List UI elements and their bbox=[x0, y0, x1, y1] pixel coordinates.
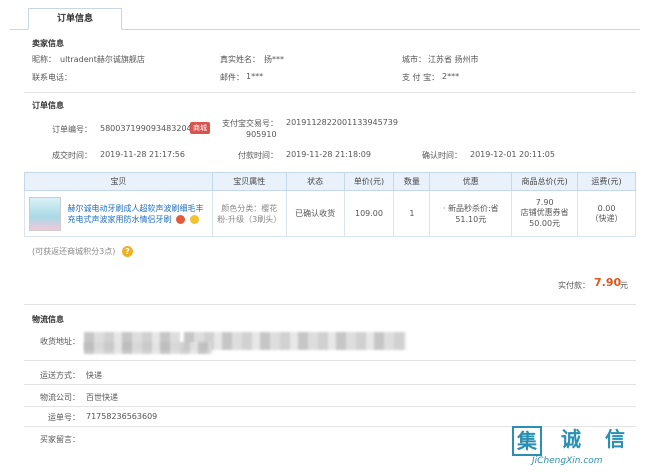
address-label: 收货地址： bbox=[40, 337, 80, 346]
item-status: 已确认收货 bbox=[285, 190, 345, 237]
mall-badge: 商城 bbox=[190, 122, 210, 134]
item-total-cell: 7.90 店铺优惠券省50.00元 bbox=[511, 190, 579, 237]
paid-unit: 元 bbox=[620, 281, 628, 290]
watermark-char: 诚 bbox=[561, 427, 581, 451]
item-attr: 颜色分类：樱花粉-升级（3刷头） bbox=[211, 190, 287, 237]
col-price: 单价(元) bbox=[343, 172, 395, 191]
paid-amount: 7.90 bbox=[594, 276, 622, 289]
divider bbox=[24, 304, 636, 305]
order-section-title: 订单信息 bbox=[32, 101, 64, 110]
col-status: 状态 bbox=[285, 172, 345, 191]
col-qty: 数量 bbox=[393, 172, 431, 191]
seller-nickname: ultradent赫尔诚旗舰店 bbox=[60, 55, 145, 64]
confirm-time: 2019-12-01 20:11:05 bbox=[470, 150, 555, 159]
paid-label: 实付款： bbox=[558, 281, 590, 290]
col-total: 商品总价(元) bbox=[511, 172, 579, 191]
pay-time: 2019-11-28 21:18:09 bbox=[286, 150, 371, 159]
confirm-time-label: 确认时间： bbox=[422, 151, 462, 160]
divider bbox=[24, 360, 636, 361]
goods-table: 宝贝 宝贝属性 状态 单价(元) 数量 优惠 商品总价(元) 运费(元) 赫尔诚… bbox=[24, 172, 636, 237]
address-redacted bbox=[84, 342, 212, 354]
seller-city-label: 城市： bbox=[402, 55, 426, 64]
help-icon[interactable]: ? bbox=[121, 246, 133, 257]
table-header-row: 宝贝 宝贝属性 状态 单价(元) 数量 优惠 商品总价(元) 运费(元) bbox=[24, 172, 636, 191]
tab-bar: 订单信息 bbox=[10, 8, 640, 30]
order-no[interactable]: 580037199093483204 bbox=[100, 124, 192, 133]
seller-realname: 扬*** bbox=[264, 55, 284, 64]
company-label: 物流公司： bbox=[40, 393, 80, 402]
item-cell: 赫尔诚电动牙刷成人超软声波刷细毛丰充电式声波家用防水情侣牙刷 bbox=[24, 190, 213, 237]
points-note-text: (可获返还商城积分3点) bbox=[32, 247, 116, 256]
seller-alipay-label: 支 付 宝： bbox=[402, 73, 440, 82]
watermark-char: 信 bbox=[605, 427, 625, 451]
guarantee-icon bbox=[176, 214, 186, 224]
alipay-no-cont: 905910 bbox=[246, 130, 277, 139]
seller-realname-label: 真实姓名： bbox=[220, 55, 260, 64]
watermark-logo: 集 诚 信 JiChengXin.com bbox=[510, 426, 642, 466]
deal-time-label: 成交时间： bbox=[52, 151, 92, 160]
order-detail-panel: 卖家信息 昵称： ultradent赫尔诚旗舰店 真实姓名： 扬*** 城市： … bbox=[24, 30, 640, 470]
watermark-char: 集 bbox=[512, 426, 542, 456]
seller-section-title: 卖家信息 bbox=[32, 39, 64, 48]
deal-time: 2019-11-28 21:17:56 bbox=[100, 150, 185, 159]
col-item: 宝贝 bbox=[24, 172, 213, 191]
address-redacted bbox=[184, 332, 406, 350]
seller-phone-label: 联系电话： bbox=[32, 73, 72, 82]
item-coupon: 店铺优惠券省50.00元 bbox=[520, 208, 569, 228]
tracking-label: 运单号： bbox=[48, 413, 80, 422]
order-no-label: 订单编号： bbox=[52, 125, 92, 134]
divider bbox=[24, 384, 636, 385]
item-freight-cell: 0.00 （快递） bbox=[577, 190, 636, 237]
pay-time-label: 付款时间： bbox=[238, 151, 278, 160]
alipay-no: 2019112822001133945739 bbox=[286, 118, 398, 127]
product-thumbnail[interactable] bbox=[29, 196, 61, 231]
col-attr: 宝贝属性 bbox=[211, 172, 287, 191]
company-value: 百世快递 bbox=[86, 393, 118, 402]
seller-email-label: 邮件： bbox=[220, 73, 244, 82]
seller-city: 江苏省 扬州市 bbox=[428, 55, 479, 64]
table-row: 赫尔诚电动牙刷成人超软声波刷细毛丰充电式声波家用防水情侣牙刷 颜色分类：樱花粉-… bbox=[24, 190, 636, 237]
seller-alipay: 2*** bbox=[442, 72, 460, 81]
item-freight: 0.00 bbox=[597, 203, 616, 213]
divider bbox=[24, 92, 636, 93]
watermark-url: JiChengXin.com bbox=[532, 456, 603, 466]
alipay-no-label: 支付宝交易号： bbox=[222, 119, 278, 128]
points-note: (可获返还商城积分3点) ? bbox=[32, 246, 133, 257]
item-discount: · 新品秒杀价:省51.10元 bbox=[429, 190, 513, 237]
buyer-msg-label: 买家留言： bbox=[40, 435, 80, 444]
col-discount: 优惠 bbox=[429, 172, 513, 191]
item-total: 7.90 bbox=[535, 198, 554, 207]
seller-email: 1*** bbox=[246, 72, 264, 81]
col-freight: 运费(元) bbox=[577, 172, 636, 191]
item-link[interactable]: 赫尔诚电动牙刷成人超软声波刷细毛丰充电式声波家用防水情侣牙刷 bbox=[68, 203, 204, 225]
divider bbox=[24, 406, 636, 407]
tab-order-info[interactable]: 订单信息 bbox=[28, 8, 122, 30]
medal-icon bbox=[189, 214, 199, 224]
logistics-section-title: 物流信息 bbox=[32, 315, 64, 324]
item-qty: 1 bbox=[393, 190, 431, 237]
tracking-number[interactable]: 71758236563609 bbox=[86, 412, 157, 421]
item-freight-method: （快递） bbox=[590, 213, 623, 223]
method-label: 运送方式： bbox=[40, 371, 80, 380]
seller-nickname-label: 昵称： bbox=[32, 55, 56, 64]
item-price: 109.00 bbox=[343, 190, 395, 237]
method-value: 快递 bbox=[86, 371, 102, 380]
